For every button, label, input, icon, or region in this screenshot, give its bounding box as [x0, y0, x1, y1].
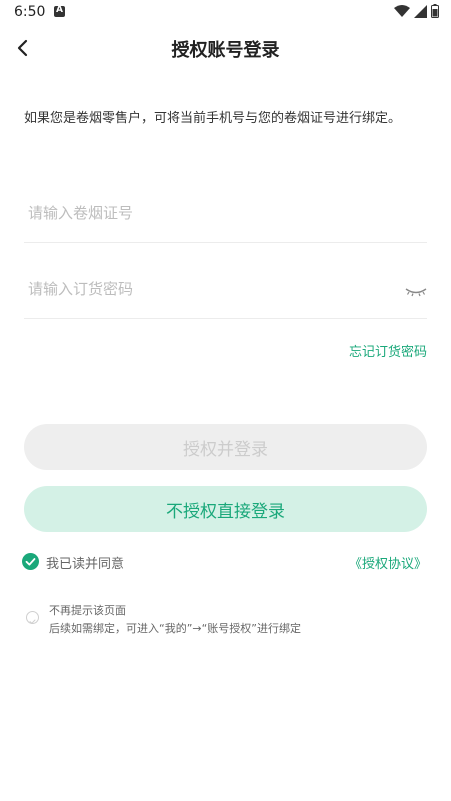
check-outline-icon	[29, 619, 36, 625]
dont-remind-subtitle: 后续如需绑定，可进入“我的”→“账号授权”进行绑定	[49, 622, 302, 635]
password-field	[24, 274, 427, 319]
license-number-input[interactable]	[24, 198, 398, 228]
forgot-password-link[interactable]: 忘记订货密码	[349, 341, 427, 360]
dont-remind-title: 不再提示该页面	[49, 604, 126, 617]
eye-closed-icon[interactable]	[405, 284, 427, 298]
check-icon	[25, 558, 36, 566]
agreement-row: 我已读并同意 《授权协议》	[22, 552, 427, 572]
status-icons	[394, 4, 439, 18]
binding-notice: 如果您是卷烟零售户，可将当前手机号与您的卷烟证号进行绑定。	[24, 111, 402, 126]
page-title: 授权账号登录	[171, 40, 280, 61]
status-time: 6:50	[14, 4, 46, 20]
agreement-text: 我已读并同意	[46, 557, 125, 572]
agreement-link[interactable]: 《授权协议》	[349, 553, 427, 572]
dont-remind-checkbox[interactable]	[26, 611, 39, 625]
wifi-icon	[394, 4, 410, 17]
signal-icon	[414, 4, 427, 18]
order-password-input[interactable]	[24, 274, 398, 304]
status-bar: 6:50	[0, 0, 451, 24]
header: 授权账号登录	[0, 28, 451, 68]
battery-icon	[431, 4, 439, 18]
skip-authorize-login-button[interactable]: 不授权直接登录	[24, 486, 427, 532]
agreement-checkbox[interactable]	[22, 553, 39, 570]
license-field	[24, 198, 427, 243]
authorize-login-button[interactable]: 授权并登录	[24, 424, 427, 470]
a-notification-icon	[54, 5, 65, 17]
